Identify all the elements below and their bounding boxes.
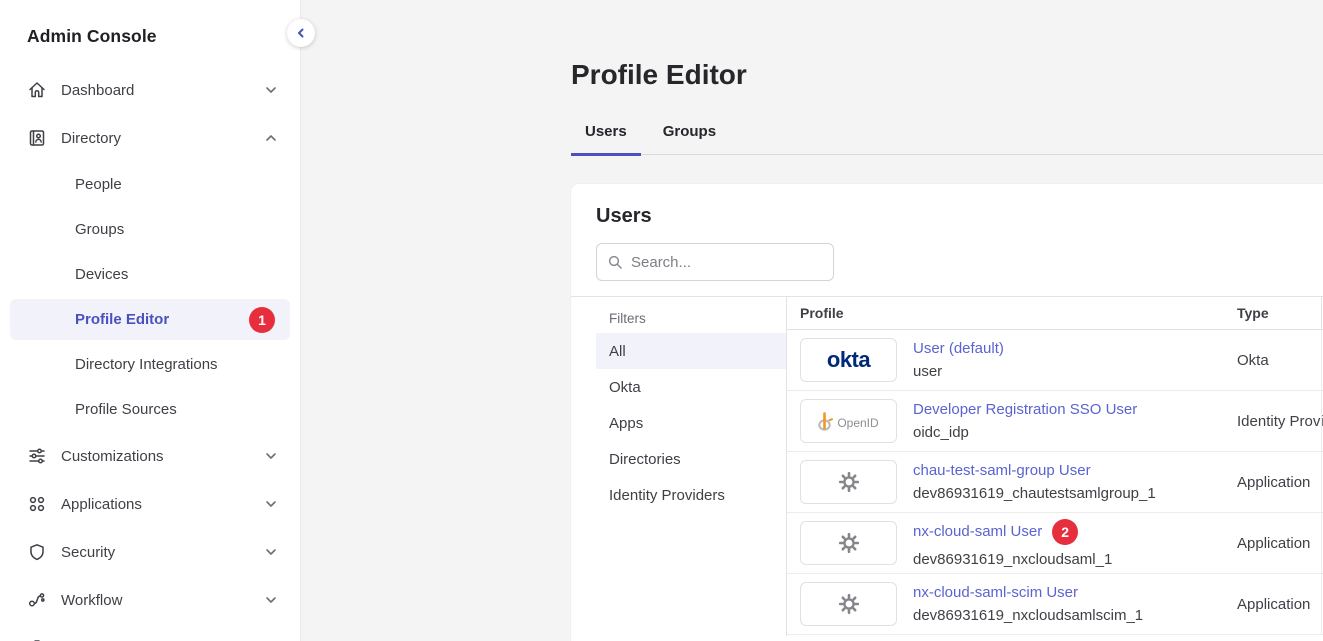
sidebar-item-partial[interactable]	[0, 624, 300, 641]
filters-panel: Filters All Okta Apps Directories Identi…	[571, 297, 787, 636]
sidebar-item-label: Workflow	[61, 592, 122, 609]
sidebar-item-devices[interactable]: Devices	[10, 252, 290, 297]
sidebar-item-customizations[interactable]: Customizations	[0, 432, 300, 480]
id-card-icon	[27, 128, 47, 148]
profile-link-nx-cloud-saml[interactable]: nx-cloud-saml User	[913, 523, 1042, 540]
sliders-icon	[27, 446, 47, 466]
profile-type: Application	[1237, 535, 1321, 552]
sidebar-item-people[interactable]: People	[10, 162, 290, 207]
sidebar-item-directory[interactable]: Directory	[0, 114, 300, 162]
app-gear-logo	[800, 521, 897, 565]
openid-mark-icon	[818, 411, 833, 432]
sidebar-item-label: Security	[61, 544, 115, 561]
sidebar-item-dashboard[interactable]: Dashboard	[0, 66, 300, 114]
apps-grid-icon	[27, 494, 47, 514]
annotation-badge-2: 2	[1052, 519, 1078, 545]
app-gear-logo	[800, 582, 897, 626]
gear-icon	[838, 593, 860, 615]
sidebar-item-label: Directory Integrations	[75, 356, 218, 373]
shield-icon	[27, 542, 47, 562]
users-panel: Users Filters All Okta Apps Directories …	[571, 184, 1323, 641]
profile-type: Application	[1237, 596, 1321, 613]
sidebar-item-profile-editor[interactable]: Profile Editor 1	[10, 299, 290, 340]
profiles-table: Profile Type okta User (default) us	[787, 297, 1323, 636]
chevron-up-icon	[264, 131, 278, 145]
sidebar-item-security[interactable]: Security	[0, 528, 300, 576]
chevron-down-icon	[264, 545, 278, 559]
profile-type: Okta	[1237, 352, 1321, 369]
profile-link-user-default[interactable]: User (default)	[913, 340, 1004, 357]
profile-type: Application	[1237, 474, 1321, 491]
gear-icon	[838, 532, 860, 554]
sidebar-item-label: Applications	[61, 496, 142, 513]
sidebar-item-label: Dashboard	[61, 82, 134, 99]
sidebar-item-profile-sources[interactable]: Profile Sources	[10, 387, 290, 432]
sidebar: Admin Console Dashboard Directory People…	[0, 0, 301, 641]
search-icon	[607, 254, 623, 275]
sidebar-item-directory-integrations[interactable]: Directory Integrations	[10, 342, 290, 387]
search-input[interactable]	[596, 243, 834, 281]
tab-users[interactable]: Users	[571, 121, 641, 156]
table-row: okta User (default) user Okta	[787, 330, 1323, 391]
workflow-icon	[27, 590, 47, 610]
gear-icon	[838, 471, 860, 493]
sidebar-item-applications[interactable]: Applications	[0, 480, 300, 528]
profile-type: Identity Provider	[1237, 413, 1321, 430]
profile-id: dev86931619_nxcloudsamlscim_1	[913, 607, 1143, 624]
profile-id: dev86931619_nxcloudsaml_1	[913, 551, 1112, 568]
tab-bar: Users Groups	[571, 121, 1323, 155]
sidebar-item-label: People	[75, 176, 122, 193]
annotation-badge-1: 1	[249, 307, 275, 333]
chevron-down-icon	[264, 449, 278, 463]
tab-groups[interactable]: Groups	[649, 121, 730, 156]
sidebar-item-label: Directory	[61, 130, 121, 147]
profile-link-nx-cloud-saml-scim[interactable]: nx-cloud-saml-scim User	[913, 584, 1078, 601]
app-gear-logo	[800, 460, 897, 504]
column-header-type: Type	[1237, 305, 1321, 321]
panel-heading: Users	[596, 205, 1298, 228]
filter-apps[interactable]: Apps	[596, 405, 786, 441]
sidebar-item-label: Groups	[75, 221, 124, 238]
sidebar-nav: Dashboard Directory People Groups Device…	[0, 66, 300, 641]
table-row: nx-cloud-saml-scim User dev86931619_nxcl…	[787, 574, 1323, 635]
sidebar-item-label: Devices	[75, 266, 128, 283]
profile-link-dev-registration-sso[interactable]: Developer Registration SSO User	[913, 401, 1137, 418]
filter-directories[interactable]: Directories	[596, 441, 786, 477]
main-content: Profile Editor Users Groups Users Filter…	[301, 0, 1323, 641]
sidebar-collapse-button[interactable]	[287, 19, 315, 47]
filters-label: Filters	[596, 304, 786, 333]
profile-link-chau-test-saml-group[interactable]: chau-test-saml-group User	[913, 462, 1091, 479]
table-header: Profile Type	[787, 297, 1323, 330]
filter-okta[interactable]: Okta	[596, 369, 786, 405]
sidebar-item-workflow[interactable]: Workflow	[0, 576, 300, 624]
sidebar-item-label: Customizations	[61, 448, 164, 465]
okta-logo: okta	[800, 338, 897, 382]
sidebar-item-label: Profile Editor	[75, 311, 169, 328]
page-title: Profile Editor	[571, 58, 1323, 92]
filter-identity-providers[interactable]: Identity Providers	[596, 477, 786, 513]
table-row: nx-cloud-saml User 2 dev86931619_nxcloud…	[787, 513, 1323, 574]
home-icon	[27, 80, 47, 100]
chevron-down-icon	[264, 497, 278, 511]
profile-id: dev86931619_chautestsamlgroup_1	[913, 485, 1156, 502]
filter-all[interactable]: All	[596, 333, 786, 369]
chevron-down-icon	[264, 593, 278, 607]
table-row: OpenID Developer Registration SSO User o…	[787, 391, 1323, 452]
profile-id: oidc_idp	[913, 424, 1137, 441]
column-header-profile: Profile	[787, 305, 1237, 321]
chevron-left-icon	[294, 26, 308, 40]
profile-id: user	[913, 363, 1004, 380]
openid-logo: OpenID	[800, 399, 897, 443]
table-row: chau-test-saml-group User dev86931619_ch…	[787, 452, 1323, 513]
app-title: Admin Console	[0, 0, 300, 47]
sidebar-item-label: Profile Sources	[75, 401, 177, 418]
sidebar-item-groups[interactable]: Groups	[10, 207, 290, 252]
chevron-down-icon	[264, 83, 278, 97]
